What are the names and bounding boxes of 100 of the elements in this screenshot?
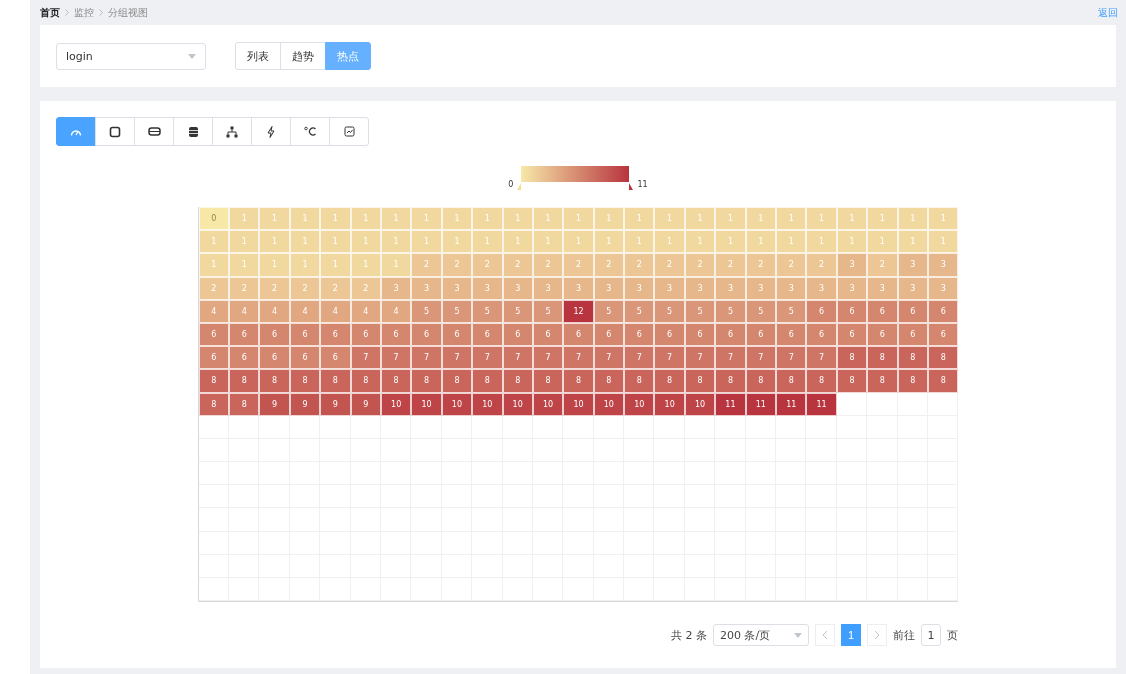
heatmap-cell[interactable]: 5 <box>624 299 655 323</box>
heatmap-cell[interactable]: 6 <box>320 322 351 347</box>
heatmap-cell[interactable]: 8 <box>320 369 351 393</box>
heatmap-cell[interactable]: 3 <box>836 253 868 277</box>
memory-button[interactable] <box>134 117 174 146</box>
heatmap-cell[interactable]: 1 <box>928 207 959 231</box>
heatmap-cell[interactable]: 1 <box>411 207 442 231</box>
heatmap-cell[interactable]: 1 <box>776 207 807 231</box>
heatmap-cell[interactable]: 7 <box>411 346 442 370</box>
heatmap-cell[interactable]: 9 <box>259 392 290 416</box>
heatmap-cell[interactable]: 1 <box>684 230 716 254</box>
heatmap-cell[interactable]: 1 <box>654 207 685 231</box>
heatmap-cell[interactable]: 8 <box>472 369 503 393</box>
heatmap-cell[interactable]: 4 <box>320 299 351 323</box>
heatmap-cell[interactable]: 5 <box>715 299 746 323</box>
heatmap-cell[interactable]: 1 <box>229 230 260 254</box>
heatmap-cell[interactable]: 3 <box>867 276 898 300</box>
heatmap-cell[interactable]: 7 <box>593 346 625 370</box>
heatmap-cell[interactable]: 6 <box>806 322 837 347</box>
heatmap-cell[interactable]: 1 <box>259 207 290 231</box>
heatmap-cell[interactable]: 3 <box>806 276 837 300</box>
heatmap-cell[interactable]: 8 <box>867 346 898 370</box>
heatmap-cell[interactable]: 8 <box>745 369 777 393</box>
heatmap-cell[interactable]: 7 <box>776 346 807 370</box>
heatmap-cell[interactable]: 2 <box>320 276 351 300</box>
heatmap-cell[interactable]: 7 <box>380 346 412 370</box>
heatmap-cell[interactable]: 2 <box>624 253 655 277</box>
view-tab[interactable]: 列表 <box>235 42 281 70</box>
view-tab[interactable]: 热点 <box>325 42 371 70</box>
heatmap-cell[interactable]: 1 <box>472 230 503 254</box>
heatmap-cell[interactable]: 11 <box>715 392 746 416</box>
heatmap-cell[interactable]: 8 <box>229 369 260 393</box>
heatmap-cell[interactable]: 12 <box>563 299 594 323</box>
heatmap-cell[interactable]: 8 <box>563 369 594 393</box>
heatmap-cell[interactable]: 2 <box>563 253 594 277</box>
heatmap-cell[interactable]: 2 <box>593 253 625 277</box>
heatmap-cell[interactable]: 4 <box>229 299 260 323</box>
heatmap-cell[interactable]: 8 <box>897 369 928 393</box>
heatmap-cell[interactable]: 8 <box>836 346 868 370</box>
heatmap-cell[interactable]: 1 <box>350 207 381 231</box>
heatmap-cell[interactable]: 1 <box>563 207 594 231</box>
heatmap-cell[interactable]: 7 <box>563 346 594 370</box>
heatmap-cell[interactable]: 3 <box>715 276 746 300</box>
heatmap-cell[interactable]: 6 <box>715 322 746 347</box>
heatmap-cell[interactable]: 1 <box>806 207 837 231</box>
heatmap-cell[interactable]: 2 <box>654 253 685 277</box>
heatmap-cell[interactable]: 7 <box>350 346 381 370</box>
heatmap-cell[interactable]: 2 <box>411 253 442 277</box>
heatmap-cell[interactable]: 11 <box>776 392 807 416</box>
disk-button[interactable] <box>173 117 213 146</box>
heatmap-cell[interactable]: 8 <box>198 369 229 393</box>
heatmap-cell[interactable]: 1 <box>380 207 412 231</box>
heatmap-cell[interactable]: 2 <box>684 253 716 277</box>
heatmap-cell[interactable]: 6 <box>259 322 290 347</box>
heatmap-cell[interactable]: 8 <box>806 369 837 393</box>
page-size-select[interactable]: 200 条/页 <box>713 624 809 647</box>
heatmap-cell[interactable]: 1 <box>229 207 260 231</box>
heatmap-cell[interactable]: 2 <box>259 276 290 300</box>
heatmap-cell[interactable]: 1 <box>532 230 564 254</box>
heatmap-cell[interactable]: 8 <box>229 392 260 416</box>
heatmap-cell[interactable]: 8 <box>350 369 381 393</box>
heatmap-cell[interactable]: 1 <box>897 230 928 254</box>
heatmap-cell[interactable]: 1 <box>745 230 777 254</box>
heatmap-cell[interactable]: 3 <box>563 276 594 300</box>
heatmap-cell[interactable]: 8 <box>593 369 625 393</box>
heatmap-cell[interactable]: 1 <box>198 230 229 254</box>
heatmap-cell[interactable]: 1 <box>289 253 321 277</box>
heatmap-cell[interactable]: 1 <box>715 207 746 231</box>
heatmap-cell[interactable]: 1 <box>289 207 321 231</box>
heatmap-cell[interactable]: 6 <box>563 322 594 347</box>
heatmap-cell[interactable]: 1 <box>593 230 625 254</box>
heatmap-cell[interactable]: 2 <box>198 276 229 300</box>
heatmap-cell[interactable]: 8 <box>259 369 290 393</box>
heatmap-cell[interactable]: 2 <box>867 253 898 277</box>
heatmap-cell[interactable]: 1 <box>897 207 928 231</box>
heatmap-cell[interactable]: 2 <box>532 253 564 277</box>
heatmap-cell[interactable]: 8 <box>654 369 685 393</box>
heatmap-cell[interactable]: 6 <box>806 299 837 323</box>
heatmap-cell[interactable]: 3 <box>411 276 442 300</box>
heatmap-cell[interactable]: 6 <box>320 346 351 370</box>
heatmap-cell[interactable]: 1 <box>350 253 381 277</box>
heatmap-cell[interactable]: 1 <box>472 207 503 231</box>
heatmap-cell[interactable]: 6 <box>776 322 807 347</box>
heatmap-cell[interactable]: 5 <box>776 299 807 323</box>
heatmap-cell[interactable]: 9 <box>320 392 351 416</box>
heatmap-cell[interactable]: 3 <box>472 276 503 300</box>
heatmap-cell[interactable]: 8 <box>532 369 564 393</box>
heatmap-cell[interactable]: 10 <box>563 392 594 416</box>
temperature-button[interactable] <box>290 117 330 146</box>
heatmap-cell[interactable]: 3 <box>897 253 928 277</box>
heatmap-cell[interactable]: 2 <box>472 253 503 277</box>
heatmap-cell[interactable]: 1 <box>532 207 564 231</box>
heatmap-cell[interactable]: 3 <box>654 276 685 300</box>
heatmap-cell[interactable]: 6 <box>867 299 898 323</box>
breadcrumb-item[interactable]: 首页 <box>40 5 60 20</box>
heatmap-cell[interactable]: 1 <box>502 230 533 254</box>
heatmap-cell[interactable]: 8 <box>776 369 807 393</box>
breadcrumb-item[interactable]: 监控 <box>74 5 94 20</box>
chip-button[interactable] <box>95 117 135 146</box>
heatmap-cell[interactable]: 8 <box>836 369 868 393</box>
